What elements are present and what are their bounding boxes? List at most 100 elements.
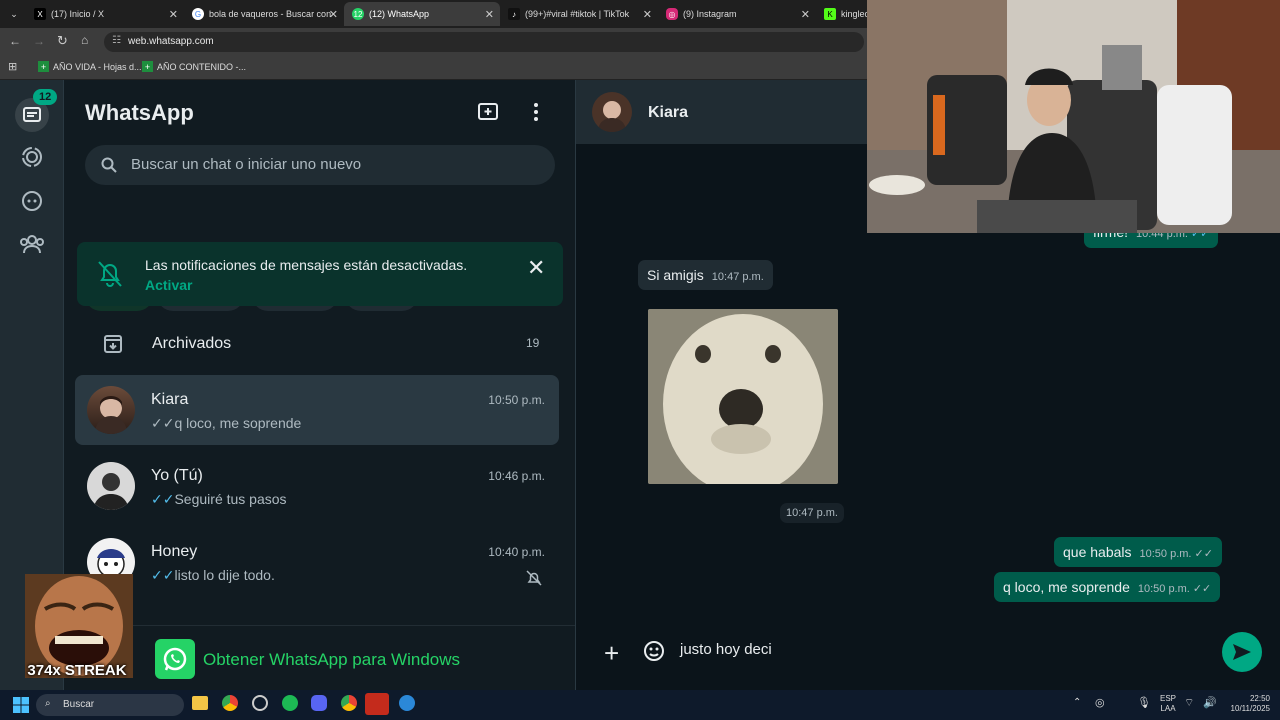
close-icon[interactable]: ✕ (329, 8, 338, 21)
kick-icon: K (824, 8, 836, 20)
google-icon: G (192, 8, 204, 20)
chat-preview: ✓✓Seguiré tus pasos (151, 491, 287, 507)
chevron-up-icon[interactable]: ⌃ (1073, 697, 1081, 708)
tab-title: (17) Inicio / X (51, 9, 105, 19)
site-info-icon[interactable]: ☷ (112, 35, 121, 46)
sticker-emoji-icon[interactable] (643, 640, 665, 662)
message-in[interactable]: Si amigis 10:47 p.m. (638, 260, 773, 290)
sheets-icon: + (38, 61, 49, 72)
language-indicator[interactable]: ESP LAA (1160, 694, 1176, 714)
chat-name: Kiara (151, 391, 189, 408)
apps-grid-icon[interactable]: ⊞ (8, 60, 17, 73)
avatar (87, 462, 135, 510)
chat-row-kiara[interactable]: Kiara ✓✓q loco, me soprende 10:50 p.m. (75, 375, 559, 445)
avatar (87, 386, 135, 434)
status-icon[interactable] (18, 143, 46, 171)
message-input[interactable]: justo hoy deci (678, 631, 1198, 669)
url-text: web.whatsapp.com (128, 36, 214, 47)
chat-time: 10:40 p.m. (488, 545, 545, 559)
chrome-icon[interactable] (222, 695, 238, 711)
tab-title: (12) WhatsApp (369, 9, 430, 19)
archived-label: Archivados (152, 335, 232, 352)
wifi-icon[interactable]: ⌔ (1184, 696, 1194, 710)
discord-icon[interactable] (311, 695, 327, 711)
tab-whatsapp[interactable]: 12 (12) WhatsApp ✕ (344, 2, 500, 26)
home-icon[interactable]: ⌂ (81, 33, 88, 47)
chat-row-yo[interactable]: Yo (Tú) ✓✓Seguiré tus pasos 10:46 p.m. (75, 451, 559, 521)
app-title: WhatsApp (85, 100, 194, 125)
close-icon[interactable]: ✕ (643, 8, 652, 21)
message-out[interactable]: q loco, me soprende 10:50 p.m. ✓✓ (994, 572, 1221, 602)
clock[interactable]: 22:50 10/11/2025 (1226, 694, 1270, 714)
message-out[interactable]: que habals 10:50 p.m. ✓✓ (1054, 537, 1222, 567)
archived-row[interactable]: Archivados 19 (75, 320, 559, 368)
message-text: Si amigis (647, 267, 704, 283)
search-icon (101, 157, 117, 173)
sticker-time: 10:47 p.m. (780, 503, 844, 523)
browser-app-icon[interactable] (399, 695, 415, 711)
chat-name: Honey (151, 543, 198, 560)
archived-count: 19 (526, 336, 540, 350)
close-icon[interactable]: ✕ (527, 255, 545, 281)
chat-time: 10:50 p.m. (488, 393, 545, 407)
message-input-value: justo hoy deci (680, 641, 772, 658)
tab-google[interactable]: G bola de vaqueros - Buscar con ✕ (184, 2, 344, 26)
send-icon (1233, 644, 1251, 660)
windows-start-icon[interactable] (13, 697, 29, 713)
streak-overlay: 374x STREAK (22, 574, 133, 682)
chrome-icon[interactable] (341, 695, 357, 711)
message-time: 10:50 p.m. (1137, 583, 1190, 595)
notice-text: Las notificaciones de mensajes están des… (145, 257, 468, 273)
close-icon[interactable]: ✕ (485, 8, 494, 21)
menu-kebab-icon[interactable] (531, 102, 541, 122)
streaming-app-icon[interactable] (365, 693, 389, 715)
app-icon[interactable] (252, 695, 268, 711)
chats-icon (23, 107, 41, 122)
double-check-icon: ✓✓ (1194, 548, 1213, 560)
activate-link[interactable]: Activar (145, 277, 192, 293)
bookmark-item[interactable]: + AÑO VIDA - Hojas d... (38, 61, 142, 72)
send-button[interactable] (1222, 632, 1262, 672)
attach-plus-icon[interactable]: + (604, 638, 619, 669)
file-explorer-icon[interactable] (192, 696, 208, 710)
search-input[interactable]: Buscar un chat o iniciar uno nuevo (85, 145, 555, 185)
close-icon[interactable]: ✕ (169, 8, 178, 21)
sticker-image[interactable] (648, 309, 838, 484)
close-icon[interactable]: ✕ (801, 8, 810, 21)
forward-icon[interactable]: → (33, 34, 45, 48)
spotify-icon[interactable] (282, 695, 298, 711)
chat-row-honey[interactable]: Honey ✓✓listo lo dije todo. 10:40 p.m. (75, 527, 559, 597)
tab-instagram[interactable]: ◎ (9) Instagram ✕ (658, 2, 816, 26)
new-chat-icon[interactable] (477, 102, 499, 127)
chat-time: 10:46 p.m. (488, 469, 545, 483)
communities-icon[interactable] (18, 230, 46, 258)
sheets-icon: + (142, 61, 153, 72)
tab-kick[interactable]: K kingleo (816, 2, 868, 26)
x-logo-icon: X (34, 8, 46, 20)
volume-icon[interactable]: 🔊 (1203, 696, 1217, 709)
chat-list-panel: WhatsApp Buscar un chat o iniciar uno nu… (64, 80, 576, 690)
url-field[interactable]: ☷ web.whatsapp.com (104, 32, 864, 52)
search-icon: ⌕ (45, 698, 51, 709)
tiktok-icon: ♪ (508, 8, 520, 20)
channels-icon[interactable] (18, 187, 46, 215)
tab-tiktok[interactable]: ♪ (99+)#viral #tiktok | TikTok ✕ (500, 2, 658, 26)
tab-title: bola de vaqueros - Buscar con (209, 9, 332, 19)
tray-icon[interactable]: ◎ (1095, 696, 1105, 709)
instagram-icon: ◎ (666, 8, 678, 20)
message-time: 10:50 p.m. (1139, 548, 1192, 560)
download-promo[interactable]: Obtener WhatsApp para Windows (64, 625, 575, 690)
message-text: q loco, me soprende (1003, 579, 1130, 595)
message-time: 10:47 p.m. (711, 271, 764, 283)
tab-search-button[interactable]: ⌄ (4, 2, 24, 26)
bookmark-label: AÑO VIDA - Hojas d... (53, 61, 142, 72)
microphone-icon[interactable]: 🎙 (1137, 696, 1151, 709)
composer: + justo hoy deci (588, 625, 1280, 690)
taskbar-search[interactable]: ⌕ Buscar (36, 694, 184, 716)
reload-icon[interactable]: ↻ (57, 33, 68, 49)
bookmark-item[interactable]: + AÑO CONTENIDO -... (142, 61, 246, 72)
tab-x[interactable]: X (17) Inicio / X ✕ (26, 2, 184, 26)
chat-preview: ✓✓q loco, me soprende (151, 415, 302, 431)
webcam-overlay (867, 0, 1280, 233)
back-icon[interactable]: ← (9, 34, 21, 48)
